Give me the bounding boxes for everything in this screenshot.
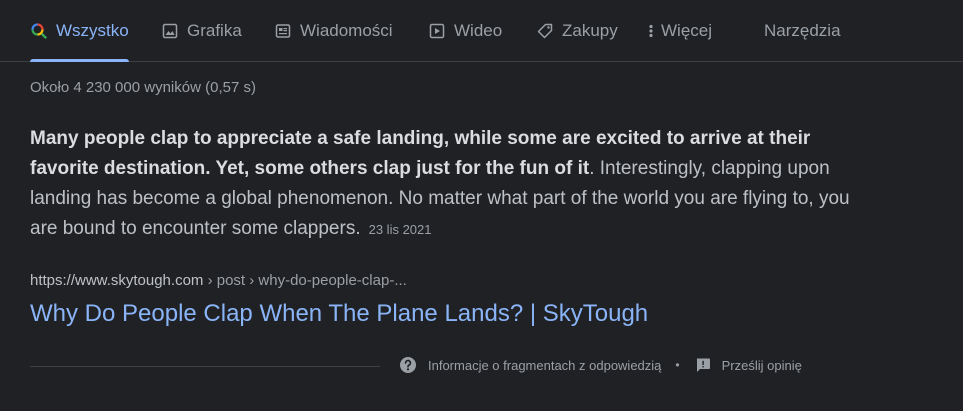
tab-all-label: Wszystko bbox=[56, 20, 129, 40]
tab-tools[interactable]: Narzędzia bbox=[764, 0, 841, 61]
image-icon bbox=[161, 22, 179, 40]
snippet-date: 23 lis 2021 bbox=[368, 222, 432, 237]
result-stats: Około 4 230 000 wyników (0,57 s) bbox=[30, 79, 256, 96]
tab-news[interactable]: Wiadomości bbox=[274, 0, 393, 61]
about-snippets-link[interactable]: Informacje o fragmentach z odpowiedzią bbox=[399, 356, 661, 374]
help-icon bbox=[399, 356, 417, 374]
tab-more-label: Więcej bbox=[661, 20, 713, 40]
featured-snippet: Many people clap to appreciate a safe la… bbox=[30, 124, 850, 245]
tab-video[interactable]: Wideo bbox=[428, 0, 502, 61]
result-title-link[interactable]: Why Do People Clap When The Plane Lands?… bbox=[30, 300, 648, 328]
result-url[interactable]: https://www.skytough.com › post › why-do… bbox=[30, 272, 407, 289]
feedback-label: Prześlij opinię bbox=[721, 357, 802, 373]
tab-news-label: Wiadomości bbox=[300, 20, 393, 40]
tag-icon bbox=[536, 22, 554, 40]
video-icon bbox=[428, 22, 446, 40]
tab-all[interactable]: Wszystko bbox=[30, 0, 129, 62]
tab-shopping-label: Zakupy bbox=[562, 20, 618, 40]
tab-video-label: Wideo bbox=[454, 20, 503, 40]
result-domain: https://www.skytough.com bbox=[30, 272, 204, 289]
feedback-icon bbox=[694, 356, 712, 374]
feedback-link[interactable]: Prześlij opinię bbox=[694, 356, 802, 374]
search-tabs: Wszystko Grafika Wiadomości Wideo Zakupy… bbox=[0, 0, 963, 62]
more-vert-icon bbox=[647, 22, 655, 40]
tab-shopping[interactable]: Zakupy bbox=[536, 0, 618, 61]
tab-more[interactable]: Więcej bbox=[647, 0, 712, 61]
result-path: › post › why-do-people-clap-... bbox=[203, 272, 407, 289]
snippet-footer: Informacje o fragmentach z odpowiedzią •… bbox=[399, 354, 802, 376]
tab-images-label: Grafika bbox=[187, 20, 242, 40]
divider bbox=[30, 366, 380, 367]
search-icon bbox=[30, 22, 48, 40]
about-snippets-label: Informacje o fragmentach z odpowiedzią bbox=[428, 357, 662, 373]
footer-separator: • bbox=[675, 358, 680, 372]
news-icon bbox=[274, 22, 292, 40]
tab-tools-label: Narzędzia bbox=[764, 20, 841, 40]
tab-images[interactable]: Grafika bbox=[161, 0, 242, 61]
